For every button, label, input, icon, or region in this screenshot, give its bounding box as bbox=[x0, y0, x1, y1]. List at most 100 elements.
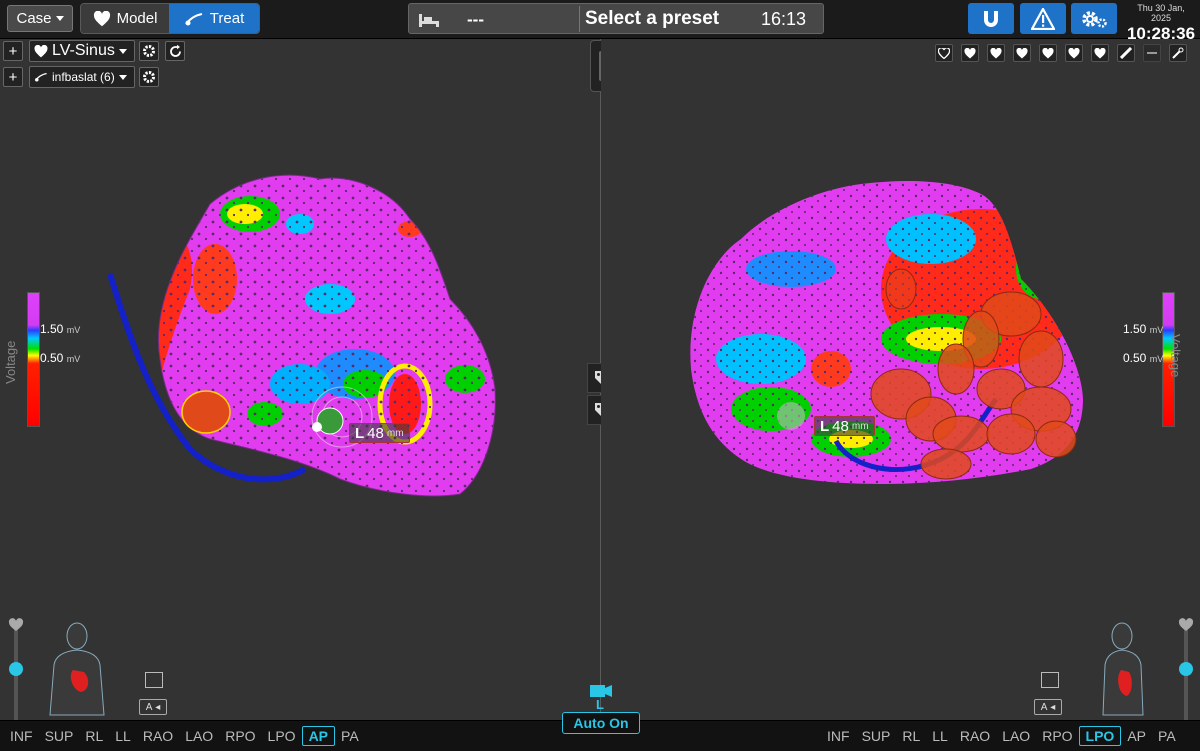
view-option-ap[interactable]: AP bbox=[1121, 728, 1152, 744]
view-option-rao[interactable]: RAO bbox=[137, 728, 179, 744]
preset-label: Select a preset bbox=[585, 8, 720, 29]
left-3d-view[interactable]: + LV-Sinus + infbaslat (6) 1.50 mV 0.50 … bbox=[0, 39, 600, 720]
magnet-icon bbox=[984, 10, 998, 27]
heart-small-icon bbox=[1178, 618, 1194, 631]
ruler-button[interactable] bbox=[1117, 44, 1135, 62]
add-catheter-button[interactable]: + bbox=[3, 67, 23, 87]
view-option-rpo[interactable]: RPO bbox=[1036, 728, 1078, 744]
slider-knob[interactable] bbox=[9, 662, 23, 676]
catheter-view-button[interactable] bbox=[1169, 44, 1187, 62]
case-menu-button[interactable]: Case bbox=[7, 5, 73, 32]
refresh-map-button[interactable] bbox=[165, 41, 185, 61]
catheter-select[interactable]: infbaslat (6) bbox=[29, 66, 135, 88]
colorbar-title: Voltage bbox=[3, 340, 18, 384]
heart-small-icon bbox=[8, 618, 24, 631]
heart-icon bbox=[1068, 47, 1080, 58]
heart-view-toolbar bbox=[935, 44, 1187, 62]
gear-icon bbox=[143, 71, 155, 83]
distance-measure: L 48 mm bbox=[814, 416, 875, 436]
add-map-button[interactable]: + bbox=[3, 41, 23, 61]
colorbar-high-label: 1.50 mV bbox=[40, 322, 81, 336]
heart-half-icon bbox=[1042, 47, 1054, 58]
top-toolbar: Case Model Treat --- Select a preset 16:… bbox=[0, 0, 1200, 43]
chevron-down-icon bbox=[118, 74, 127, 80]
auto-letter: L bbox=[596, 697, 604, 712]
view-option-lpo[interactable]: LPO bbox=[262, 728, 302, 744]
model-label: Model bbox=[116, 10, 158, 27]
view-option-lpo[interactable]: LPO bbox=[1078, 726, 1122, 746]
view-option-lao[interactable]: LAO bbox=[179, 728, 219, 744]
catheter-icon bbox=[34, 72, 47, 82]
right-voltage-map[interactable] bbox=[601, 39, 1200, 720]
warning-icon bbox=[1031, 7, 1055, 30]
view-option-rl[interactable]: RL bbox=[79, 728, 109, 744]
heart-arrow-icon bbox=[964, 47, 976, 58]
preset-bar[interactable]: --- Select a preset 16:13 bbox=[408, 3, 824, 34]
view-option-inf[interactable]: INF bbox=[4, 728, 39, 744]
view-option-sup[interactable]: SUP bbox=[856, 728, 897, 744]
model-tab[interactable]: Model bbox=[81, 4, 170, 33]
view-option-ll[interactable]: LL bbox=[109, 728, 137, 744]
cube-view-icon[interactable] bbox=[1041, 672, 1059, 688]
zoom-slider[interactable] bbox=[9, 630, 23, 720]
chevron-down-icon bbox=[55, 16, 64, 21]
warning-button[interactable] bbox=[1020, 3, 1066, 34]
heart-arrow-icon bbox=[990, 47, 1002, 58]
left-view-selector: INF SUP RL LL RAO LAO RPO LPO AP PA bbox=[4, 721, 365, 751]
slider-knob[interactable] bbox=[1179, 662, 1193, 676]
refresh-icon bbox=[169, 44, 181, 57]
view-option-rl[interactable]: RL bbox=[896, 728, 926, 744]
heart-lock-icon bbox=[1016, 47, 1028, 58]
view-option-ap[interactable]: AP bbox=[301, 726, 336, 746]
left-voltage-map[interactable] bbox=[0, 39, 600, 720]
view-option-pa[interactable]: PA bbox=[1152, 728, 1182, 744]
view-option-rao[interactable]: RAO bbox=[954, 728, 996, 744]
body-orientation-icon[interactable] bbox=[46, 620, 108, 720]
view-option-ll[interactable]: LL bbox=[926, 728, 954, 744]
view-option-sup[interactable]: SUP bbox=[39, 728, 80, 744]
view-option-rpo[interactable]: RPO bbox=[219, 728, 261, 744]
heart-view-button[interactable] bbox=[935, 44, 953, 62]
auto-on-button[interactable]: Auto On bbox=[562, 712, 640, 734]
heart-view-button[interactable] bbox=[1091, 44, 1109, 62]
camera-a-button[interactable]: A ◂ bbox=[1034, 699, 1062, 715]
view-option-inf[interactable]: INF bbox=[821, 728, 856, 744]
procedure-timer: 16:13 bbox=[761, 9, 807, 29]
magnet-button[interactable] bbox=[968, 3, 1014, 34]
minimize-button[interactable] bbox=[1143, 44, 1161, 62]
chevron-down-icon bbox=[118, 48, 127, 54]
voltage-colorbar[interactable] bbox=[27, 292, 40, 427]
heart-outline-icon bbox=[938, 47, 950, 59]
heart-view-button[interactable] bbox=[1039, 44, 1057, 62]
map-name: LV-Sinus bbox=[52, 42, 115, 59]
heart-icon bbox=[93, 10, 110, 26]
heart-view-button[interactable] bbox=[1065, 44, 1083, 62]
distance-measure: L 48 mm bbox=[349, 423, 410, 443]
settings-button[interactable] bbox=[1071, 3, 1117, 34]
mode-switch: Model Treat bbox=[80, 3, 260, 34]
camera-a-button[interactable]: A ◂ bbox=[139, 699, 167, 715]
heart-view-button[interactable] bbox=[961, 44, 979, 62]
map-select[interactable]: LV-Sinus bbox=[29, 40, 135, 62]
cube-view-icon[interactable] bbox=[145, 672, 163, 688]
heart-view-button[interactable] bbox=[1013, 44, 1031, 62]
view-option-pa[interactable]: PA bbox=[335, 728, 365, 744]
case-label: Case bbox=[16, 10, 52, 27]
heart-view-button[interactable] bbox=[987, 44, 1005, 62]
gears-icon bbox=[1082, 10, 1107, 28]
date-label: Thu 30 Jan, 2025 bbox=[1137, 3, 1185, 23]
treat-tab[interactable]: Treat bbox=[169, 4, 259, 33]
map-settings-button[interactable] bbox=[139, 41, 159, 61]
zoom-slider[interactable] bbox=[1179, 630, 1193, 720]
colorbar-high-label: 1.50 mV bbox=[1123, 322, 1164, 336]
catheter-tip-icon bbox=[1172, 47, 1184, 59]
right-view-selector: INF SUP RL LL RAO LAO RPO LPO AP PA bbox=[821, 721, 1182, 751]
body-orientation-icon[interactable] bbox=[1091, 620, 1153, 720]
view-option-lao[interactable]: LAO bbox=[996, 728, 1036, 744]
colorbar-low-label: 0.50 mV bbox=[1123, 351, 1164, 365]
heart-check-icon bbox=[1094, 47, 1106, 58]
colorbar-title: Voltage bbox=[1168, 334, 1183, 378]
heart-icon bbox=[34, 44, 48, 57]
right-3d-view[interactable]: 1.50 mV 0.50 mV Voltage L 48 mm A ◂ bbox=[601, 39, 1200, 720]
catheter-settings-button[interactable] bbox=[139, 67, 159, 87]
